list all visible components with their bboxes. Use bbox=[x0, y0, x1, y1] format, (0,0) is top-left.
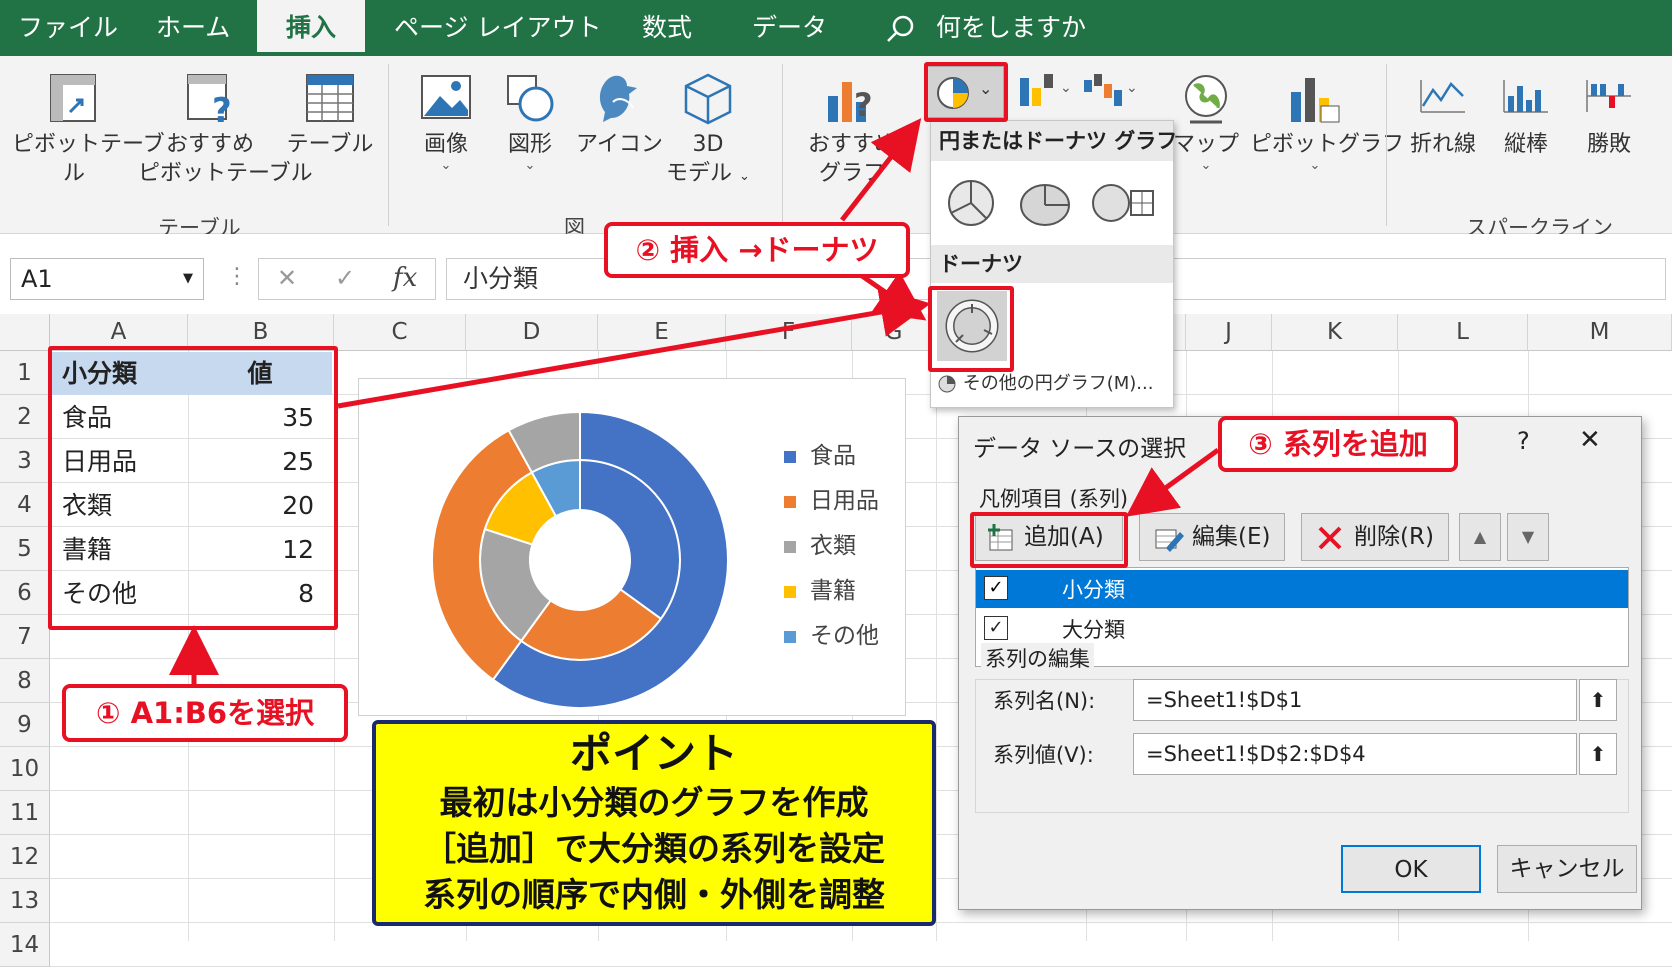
step1-callout: ① A1:B6を選択 bbox=[62, 684, 348, 742]
point-line: 系列の順序で内側・外側を調整 bbox=[423, 875, 885, 914]
point-line: ［追加］で大分類の系列を設定 bbox=[423, 829, 885, 868]
point-line: 最初は小分類のグラフを作成 bbox=[439, 783, 869, 822]
point-title: ポイント bbox=[569, 729, 738, 778]
step3-callout: ③ 系列を追加 bbox=[1218, 416, 1458, 472]
step2-callout: ② 挿入 →ドーナツ bbox=[604, 222, 910, 278]
point-note: ポイント 最初は小分類のグラフを作成 ［追加］で大分類の系列を設定 系列の順序で… bbox=[372, 720, 936, 926]
